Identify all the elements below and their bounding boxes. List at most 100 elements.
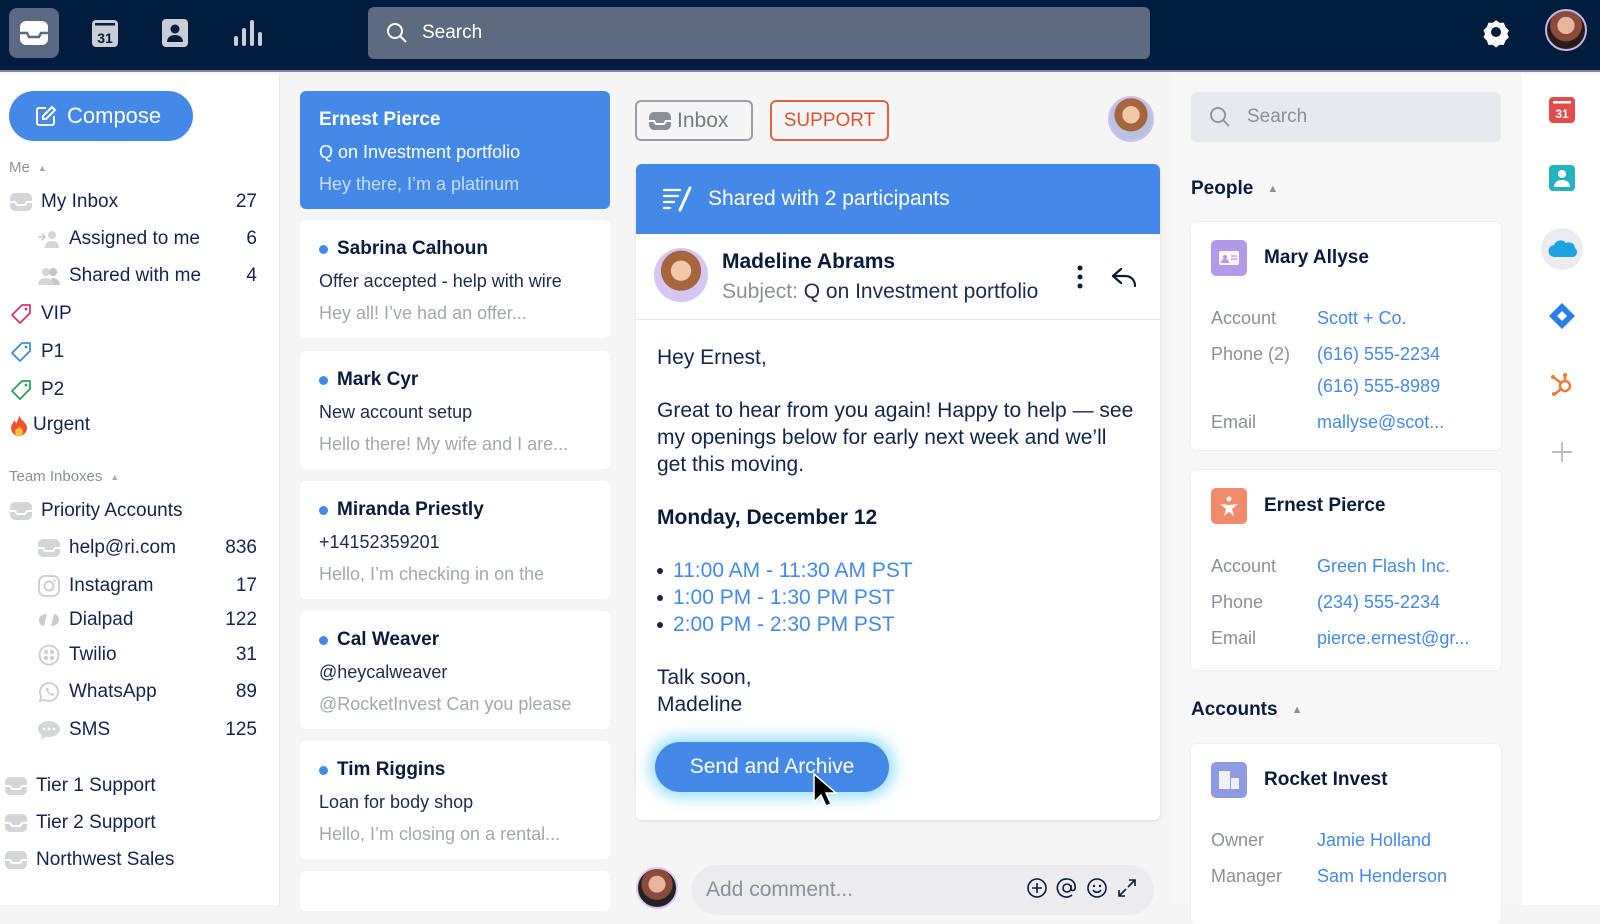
subject-text: Q on Investment portfolio [803, 280, 1039, 303]
sidebar-item-assigned[interactable]: Assigned to me 6 [37, 223, 265, 255]
emoji-icon[interactable] [1086, 877, 1108, 899]
support-tag-chip[interactable]: SUPPORT [770, 100, 889, 141]
conversation-item[interactable]: Tim Riggins Loan for body shop Hello, I’… [300, 741, 610, 859]
sidebar-item-label: P2 [41, 379, 65, 400]
contacts-app-icon[interactable] [1548, 164, 1576, 192]
me-section-toggle[interactable]: Me ▲ [9, 159, 47, 176]
user-avatar[interactable] [1545, 9, 1587, 51]
sidebar-item-priority-accounts[interactable]: Priority Accounts [9, 495, 274, 527]
nav-contacts[interactable] [150, 8, 200, 58]
sidebar-item-label: Assigned to me [69, 228, 200, 249]
field-email: Email mallyse@scot... [1211, 412, 1444, 433]
sidebar-channel-whatsapp[interactable]: WhatsApp 89 [37, 676, 265, 708]
time-slot-link[interactable]: 11:00 AM - 11:30 AM PST [673, 557, 913, 584]
nav-inbox[interactable] [9, 8, 59, 58]
settings-gear-icon[interactable] [1480, 16, 1512, 48]
unread-count: 27 [235, 191, 257, 212]
conversation-item[interactable]: Miranda Priestly +14152359201 Hello, I’m… [300, 481, 610, 599]
sender-name: Miranda Priestly [337, 499, 484, 520]
email-link[interactable]: pierce.ernest@gr... [1317, 628, 1469, 649]
hubspot-icon[interactable] [1548, 370, 1576, 398]
time-slot-link[interactable]: 2:00 PM - 2:30 PM PST [673, 611, 895, 638]
signature-text: Madeline [657, 693, 743, 716]
calendar-app-icon[interactable]: 31 [1548, 96, 1576, 124]
sidebar-tag-p2[interactable]: P2 [9, 374, 274, 406]
global-search-input[interactable]: Search [368, 7, 1150, 59]
conversation-item[interactable]: Sabrina Calhoun Offer accepted - help wi… [300, 220, 610, 338]
time-slot-link[interactable]: 1:00 PM - 1:30 PM PST [673, 584, 895, 611]
calendar-icon: 31 [92, 20, 118, 47]
sidebar-item-tier1[interactable]: Tier 1 Support [4, 770, 269, 802]
search-icon [1210, 107, 1230, 127]
phone-link[interactable]: (616) 555-8989 [1317, 376, 1440, 397]
team-inboxes-toggle[interactable]: Team Inboxes ▲ [9, 468, 119, 485]
inbox-chip-label: Inbox [677, 108, 729, 132]
inbox-icon [9, 500, 33, 522]
add-app-icon[interactable] [1548, 438, 1576, 466]
conversation-preview: Hello, I’m checking in on the [319, 564, 545, 584]
conversation-preview: Hello, I’m closing on a rental... [319, 824, 561, 844]
sidebar-tag-vip[interactable]: VIP [9, 298, 274, 330]
field-label: Account [1211, 556, 1277, 576]
mouse-cursor-icon [813, 772, 839, 807]
sidebar-channel-instagram[interactable]: Instagram 17 [37, 570, 265, 602]
comment-tools [1026, 877, 1138, 899]
account-link[interactable]: Scott + Co. [1317, 308, 1407, 329]
unread-count: 836 [225, 537, 257, 558]
sidebar-item-label: Twilio [69, 644, 117, 665]
nav-calendar[interactable]: 31 [80, 8, 130, 58]
collapse-caret-icon: ▲ [110, 471, 120, 482]
accounts-section-toggle[interactable]: Accounts ▲ [1191, 699, 1302, 721]
people-section-toggle[interactable]: People ▲ [1191, 178, 1278, 200]
sidebar-channel-twilio[interactable]: Twilio 31 [37, 639, 265, 671]
sidebar-item-shared[interactable]: Shared with me 4 [37, 260, 265, 292]
inbox-chip[interactable]: Inbox [635, 100, 753, 141]
phone-link[interactable]: (234) 555-2234 [1317, 592, 1440, 613]
account-card[interactable]: Rocket Invest Owner Jamie Holland Manager… [1191, 744, 1501, 924]
sidebar-channel-sms[interactable]: SMS 125 [37, 714, 265, 746]
manager-link[interactable]: Sam Henderson [1317, 866, 1447, 887]
sidebar: Compose Me ▲ My Inbox 27 Assigned to me 6… [0, 74, 280, 905]
email-link[interactable]: mallyse@scot... [1317, 412, 1444, 433]
conversation-item[interactable] [300, 871, 610, 911]
team-inboxes-label: Team Inboxes [9, 468, 103, 485]
time-slot[interactable]: 2:00 PM - 2:30 PM PST [657, 611, 1139, 638]
conversation-item[interactable]: Mark Cyr New account setup Hello there! … [300, 351, 610, 469]
owner-link[interactable]: Jamie Holland [1317, 830, 1431, 851]
field-label: Account [1211, 308, 1277, 328]
sidebar-item-my-inbox[interactable]: My Inbox 27 [9, 186, 265, 218]
phone-link[interactable]: (616) 555-2234 [1317, 344, 1440, 365]
sidebar-tag-urgent[interactable]: Urgent [9, 409, 274, 441]
person-card[interactable]: Ernest Pierce Account Green Flash Inc. Ph… [1191, 470, 1501, 670]
account-link[interactable]: Green Flash Inc. [1317, 556, 1450, 577]
person-card[interactable]: Mary Allyse Account Scott + Co. Phone (2)… [1191, 222, 1501, 450]
send-and-archive-button[interactable]: Send and Archive [655, 742, 889, 792]
people-label: People [1191, 178, 1254, 199]
conversation-item-active[interactable]: Ernest Pierce Q on Investment portfolio … [300, 91, 610, 209]
contact-search-input[interactable]: Search [1191, 92, 1501, 142]
current-user-avatar [636, 867, 678, 909]
time-slot[interactable]: 11:00 AM - 11:30 AM PST [657, 557, 1139, 584]
assignee-avatar[interactable] [1108, 96, 1154, 142]
sidebar-tag-p1[interactable]: P1 [9, 336, 274, 368]
add-comment-input[interactable]: Add comment... [692, 865, 1154, 915]
field-owner: Owner Jamie Holland [1211, 830, 1431, 851]
salesforce-icon[interactable] [1541, 228, 1583, 270]
sidebar-item-northwest-sales[interactable]: Northwest Sales [4, 844, 269, 876]
sidebar-item-tier2[interactable]: Tier 2 Support [4, 807, 269, 839]
sidebar-channel-help[interactable]: help@ri.com 836 [37, 532, 265, 564]
time-slot[interactable]: 1:00 PM - 1:30 PM PST [657, 584, 1139, 611]
sender-name: Ernest Pierce [319, 109, 441, 130]
sidebar-channel-dialpad[interactable]: Dialpad 122 [37, 604, 265, 636]
field-phone-2: (616) 555-8989 [1211, 376, 1440, 397]
add-attachment-icon[interactable] [1026, 877, 1048, 899]
compose-button[interactable]: Compose [9, 91, 193, 141]
conversation-item[interactable]: Cal Weaver @heycalweaver @RocketInvest C… [300, 611, 610, 729]
expand-icon[interactable] [1116, 877, 1138, 899]
more-options-icon[interactable] [1076, 264, 1084, 290]
nav-analytics[interactable] [222, 8, 272, 58]
mention-icon[interactable] [1056, 877, 1078, 899]
field-email: Email pierce.ernest@gr... [1211, 628, 1469, 649]
jira-icon[interactable] [1548, 302, 1576, 330]
reply-icon[interactable] [1111, 266, 1137, 288]
